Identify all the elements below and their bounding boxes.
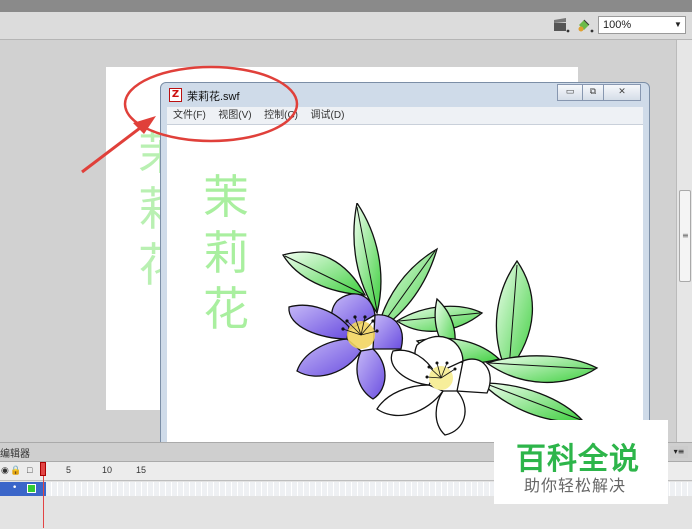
menu-bar: 文件(F) 视图(V) 控制(C) 调试(D) — [167, 107, 643, 125]
playhead-line — [43, 476, 44, 528]
ruler-frame-10: 10 — [102, 465, 113, 475]
scrollbar-thumb[interactable]: ≡ — [679, 190, 691, 282]
close-icon: ✕ — [618, 87, 626, 97]
restore-icon: ⧉ — [589, 87, 597, 97]
playhead[interactable] — [40, 462, 46, 476]
window-title: 茉莉花.swf — [187, 91, 240, 103]
restore-button[interactable]: ⧉ — [582, 84, 604, 101]
text-char-1: 茉 — [203, 170, 249, 224]
minimize-button[interactable]: ▭ — [557, 84, 583, 101]
title-strip — [0, 0, 692, 12]
visibility-dot-icon[interactable]: • — [12, 483, 17, 493]
minimize-icon: ▭ — [565, 87, 575, 97]
timeline-label: 编辑器 — [0, 449, 30, 460]
ruler-frame-5: 5 — [66, 465, 72, 475]
text-char-2: 莉 — [203, 226, 249, 280]
layer-color-swatch[interactable] — [27, 484, 36, 493]
menu-control[interactable]: 控制(C) — [264, 107, 298, 124]
menu-debug[interactable]: 调试(D) — [311, 107, 345, 124]
zoom-value: 100% — [603, 19, 632, 31]
swf-content: 茉 莉 花 — [167, 125, 643, 469]
outline-icon[interactable]: □ — [27, 465, 32, 475]
menu-view[interactable]: 视图(V) — [218, 107, 251, 124]
close-button[interactable]: ✕ — [603, 84, 641, 101]
panel-options-button[interactable]: ▾≡ — [670, 446, 688, 458]
animation-text: 茉 莉 花 — [203, 169, 253, 337]
watermark-subtitle: 助你轻松解决 — [524, 476, 627, 495]
zoom-select[interactable]: 100% ▼ — [598, 16, 686, 34]
paint-bucket-icon[interactable] — [576, 17, 594, 33]
vertical-scrollbar[interactable]: ≡ — [676, 40, 692, 442]
clapper-icon[interactable] — [552, 17, 570, 33]
text-char-3: 花 — [203, 282, 249, 336]
swf-file-icon: Z — [169, 88, 182, 102]
selected-layer[interactable]: • — [0, 482, 46, 496]
swf-player-window[interactable]: Z 茉莉花.swf ▭ ⧉ ✕ 文件(F) 视图(V) 控制(C) 调试(D) … — [160, 82, 650, 474]
watermark: 百科全说 助你轻松解决 — [494, 420, 668, 504]
eye-icon[interactable]: ◉ — [1, 465, 9, 476]
menu-file[interactable]: 文件(F) — [173, 107, 206, 124]
chevron-down-icon: ▼ — [674, 20, 682, 29]
ruler-frame-15: 15 — [136, 465, 147, 475]
lock-icon[interactable]: 🔒 — [10, 465, 21, 476]
